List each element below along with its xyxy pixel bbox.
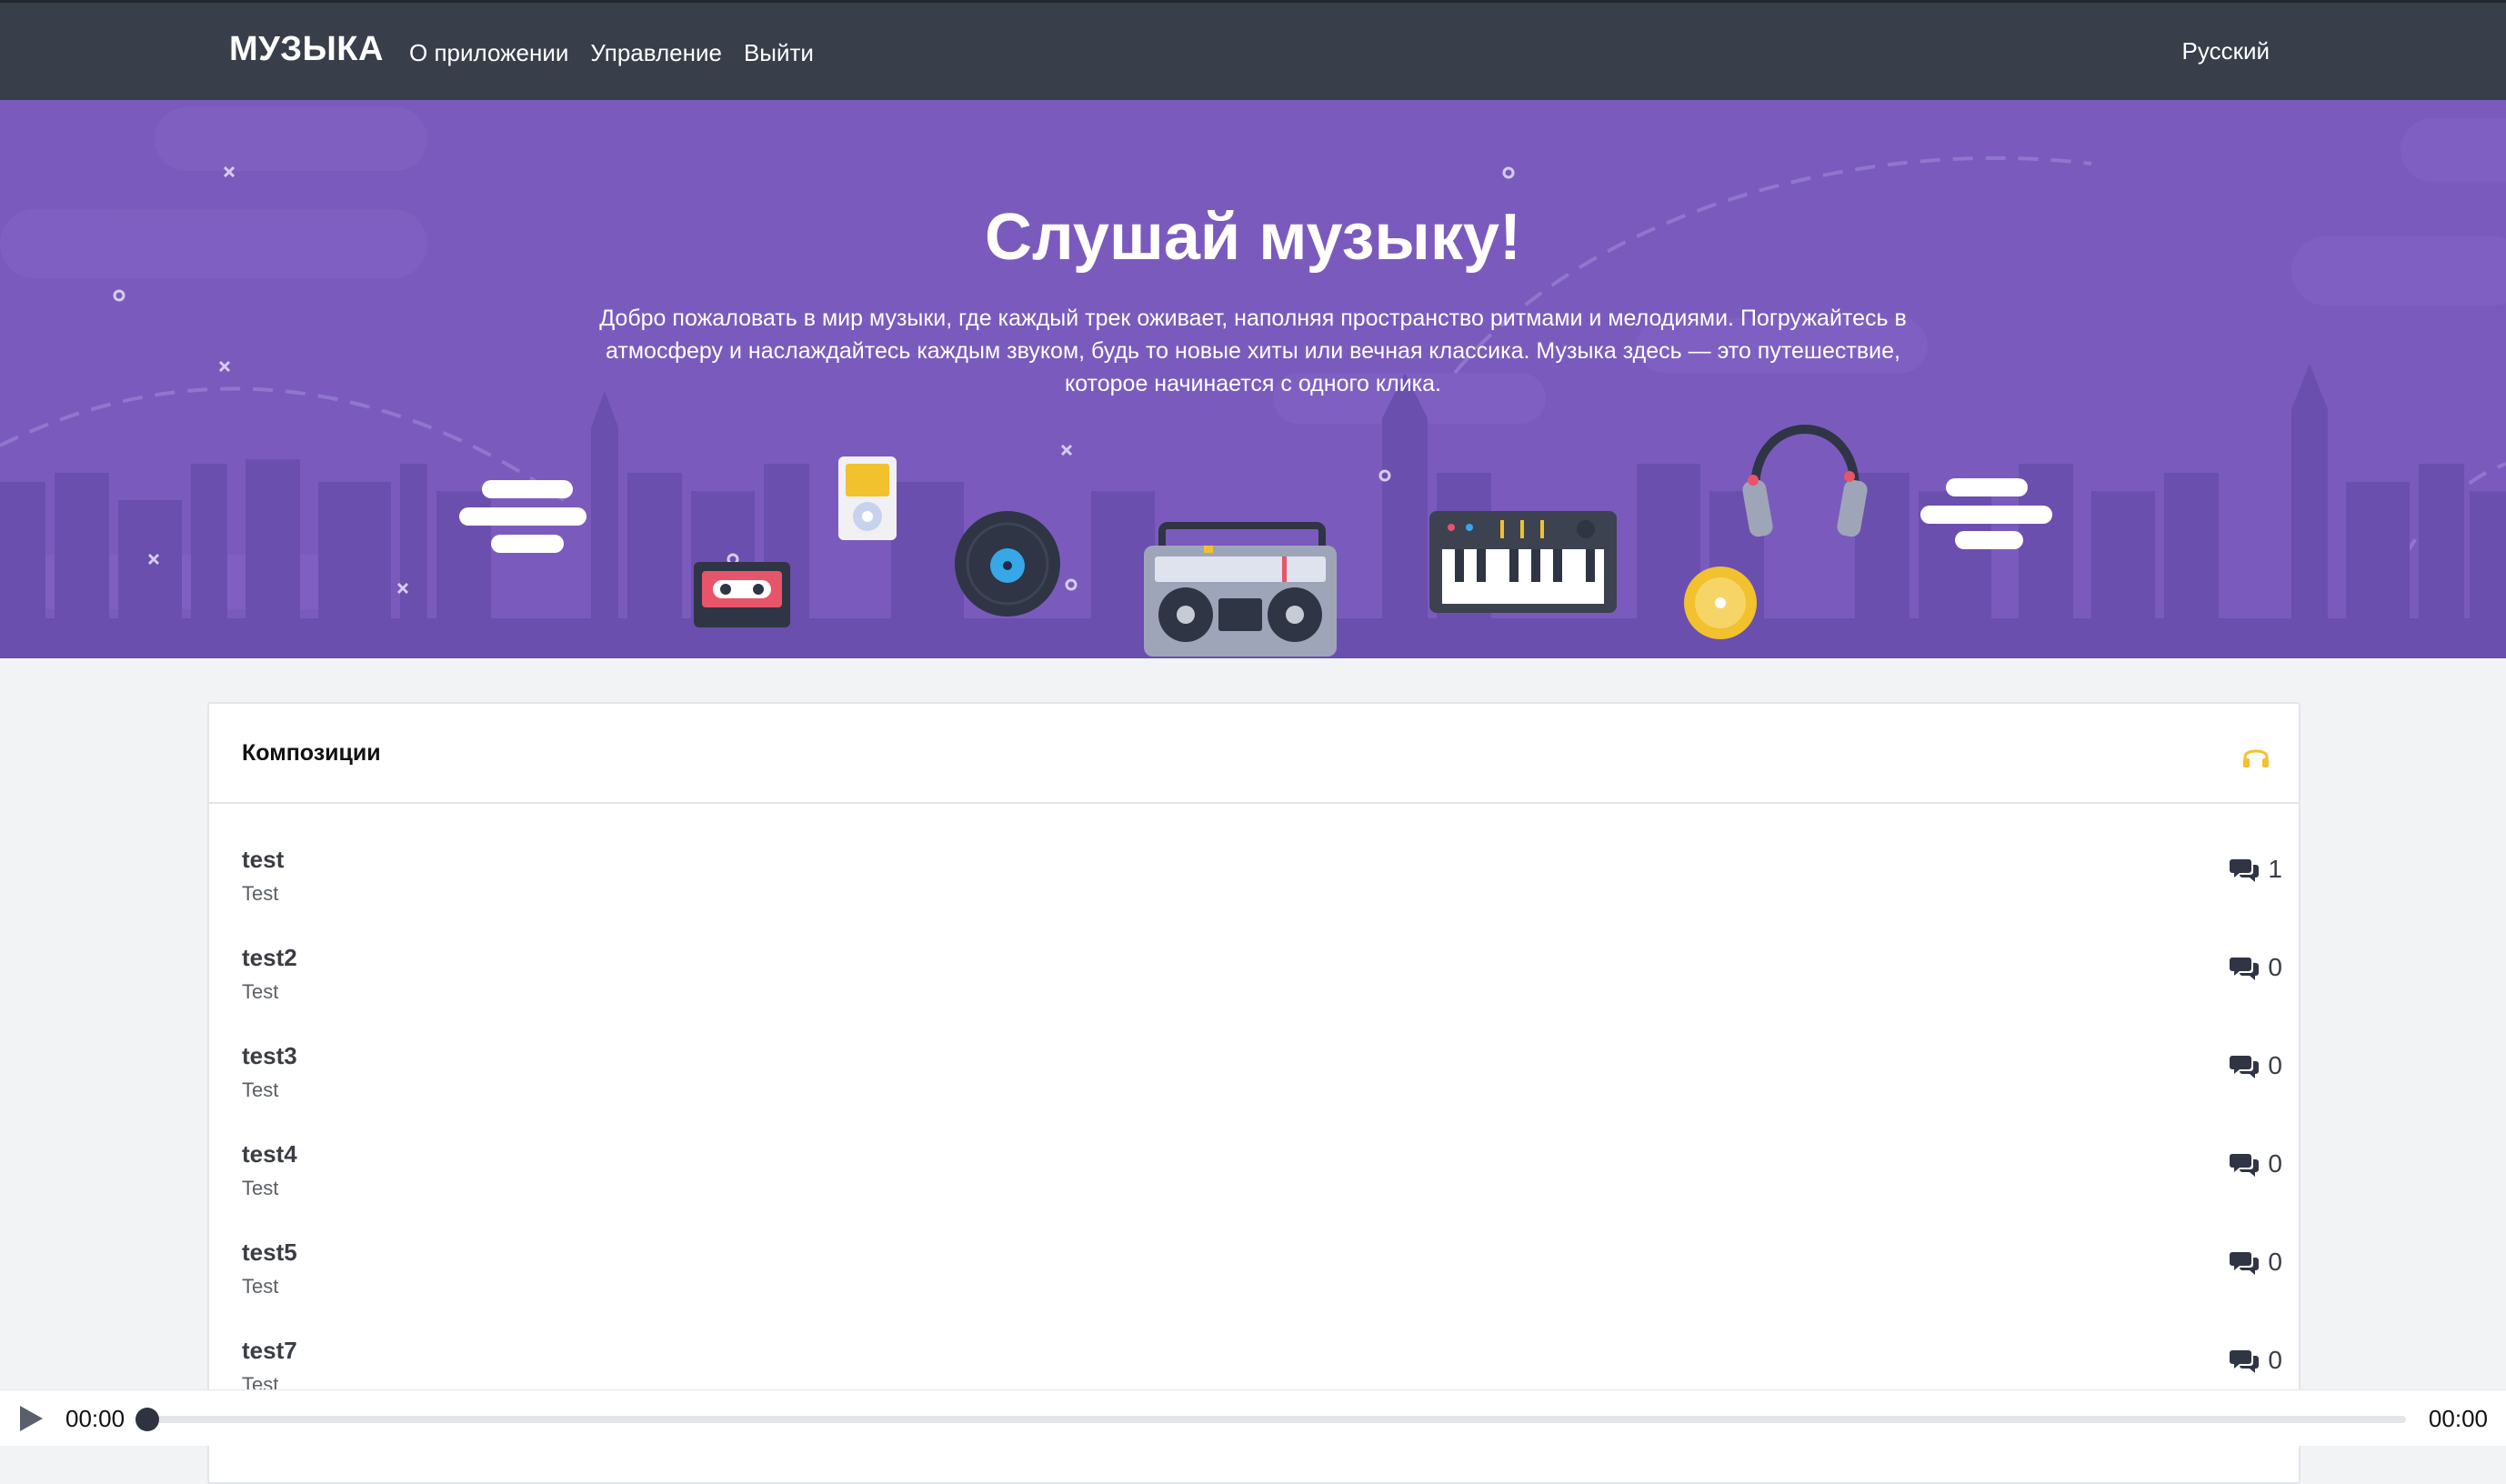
current-time: 00:00 [65,1405,125,1432]
track-name[interactable]: test [242,846,284,874]
language-selector[interactable]: Русский [2182,37,2270,65]
track-name[interactable]: test3 [242,1042,297,1070]
comments-icon [2230,1056,2260,1078]
nav-link-logout[interactable]: Выйти [744,39,814,67]
track-name[interactable]: test5 [242,1238,297,1267]
seek-bar[interactable] [135,1408,2406,1431]
headphones-icon [2243,749,2269,767]
navbar: МУЗЫКА О приложении Управление Выйти Рус… [0,0,2506,100]
nav-link-about[interactable]: О приложении [409,39,568,67]
track-list: test Test 1 test2 Test 0 test3 Test 0 te… [209,804,2299,1396]
track-item[interactable]: test7 Test 0 [209,1295,2299,1396]
comment-count: 0 [2268,1149,2282,1178]
play-icon[interactable] [16,1403,45,1434]
track-name[interactable]: test7 [242,1337,297,1365]
track-comments[interactable]: 0 [2230,1248,2282,1277]
hero-title: Слушай музыку! [985,201,1521,274]
track-item[interactable]: test5 Test 0 [209,1197,2299,1298]
comment-count: 0 [2268,953,2282,981]
track-comments[interactable]: 1 [2230,855,2282,884]
nav-links: О приложении Управление Выйти [409,39,814,67]
track-name[interactable]: test2 [242,944,297,972]
comments-icon [2230,1252,2260,1275]
track-comments[interactable]: 0 [2230,1149,2282,1178]
comments-icon [2230,859,2260,882]
audio-player: 00:00 00:00 [0,1389,2506,1446]
track-comments[interactable]: 0 [2230,1051,2282,1080]
comments-icon [2230,1154,2260,1177]
hero-banner: Слушай музыку! Добро пожаловать в мир му… [0,100,2506,658]
comment-count: 0 [2268,1051,2282,1079]
track-item[interactable]: test4 Test 0 [209,1098,2299,1199]
track-name[interactable]: test4 [242,1140,297,1168]
track-comments[interactable]: 0 [2230,953,2282,982]
card-title: Композиции [242,740,381,766]
brand-logo[interactable]: МУЗЫКА [229,30,384,69]
comments-icon [2230,1350,2260,1373]
total-time: 00:00 [2428,1405,2488,1432]
track-item[interactable]: test Test 1 [209,804,2299,905]
nav-link-manage[interactable]: Управление [590,39,722,67]
comment-count: 0 [2268,1248,2282,1276]
track-item[interactable]: test2 Test 0 [209,902,2299,1003]
card-header: Композиции [209,704,2299,804]
track-item[interactable]: test3 Test 0 [209,1000,2299,1101]
track-comments[interactable]: 0 [2230,1346,2282,1375]
hero-description: Добро пожаловать в мир музыки, где кажды… [599,306,1907,396]
seek-handle[interactable] [135,1408,159,1431]
comment-count: 0 [2268,1346,2282,1374]
comment-count: 1 [2268,855,2282,883]
comments-icon [2230,958,2260,980]
tracks-card: Композиции test Test 1 test2 Test 0 test… [207,702,2301,1484]
